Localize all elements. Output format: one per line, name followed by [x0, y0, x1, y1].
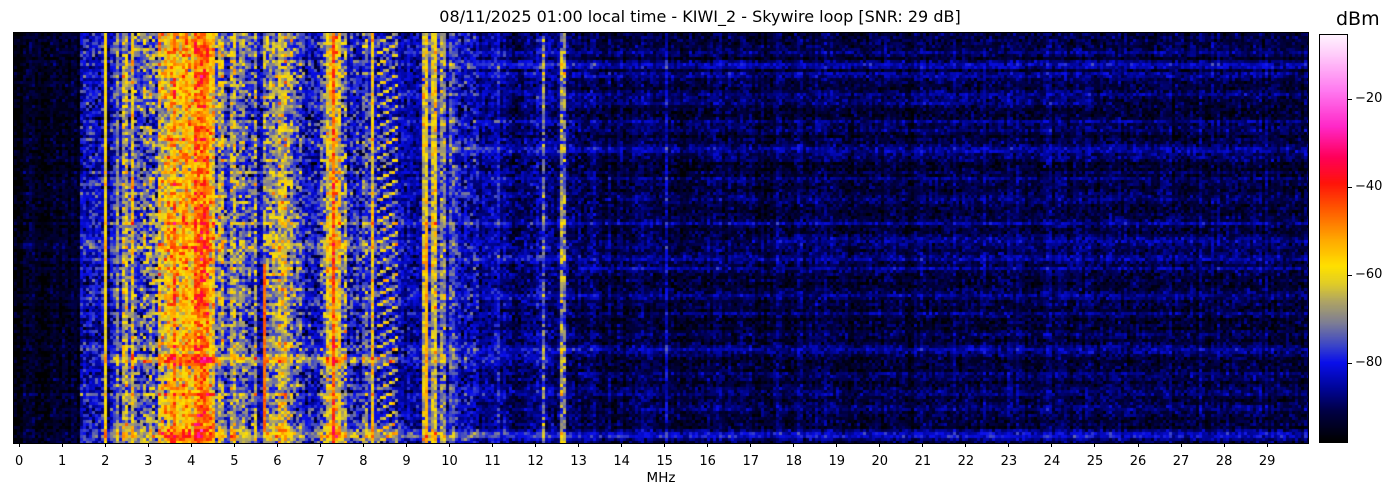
x-tick-label: 26: [1129, 454, 1147, 469]
x-tick-mark: [362, 443, 364, 447]
x-tick-label: 7: [316, 454, 325, 469]
x-tick-mark: [1266, 443, 1268, 447]
x-tick-mark: [1223, 443, 1225, 447]
x-tick-mark: [147, 443, 149, 447]
x-tick-mark: [836, 443, 838, 447]
colorbar-label: dBm: [1336, 8, 1380, 30]
x-tick-label: 5: [230, 454, 239, 469]
x-tick-label: 0: [15, 454, 24, 469]
x-tick-label: 22: [957, 454, 975, 469]
x-tick-mark: [664, 443, 666, 447]
x-tick-mark: [535, 443, 537, 447]
x-tick-mark: [492, 443, 494, 447]
x-tick-mark: [405, 443, 407, 447]
x-tick-label: 2: [101, 454, 110, 469]
x-tick-mark: [578, 443, 580, 447]
x-tick-label: 8: [359, 454, 368, 469]
x-tick-label: 29: [1258, 454, 1276, 469]
colorbar-tick-mark: [1348, 274, 1352, 276]
chart-title: 08/11/2025 01:00 local time - KIWI_2 - S…: [439, 7, 961, 26]
x-tick-label: 11: [484, 454, 501, 469]
x-tick-mark: [61, 443, 63, 447]
x-tick-mark: [922, 443, 924, 447]
x-tick-label: 14: [613, 454, 630, 469]
x-tick-mark: [793, 443, 795, 447]
x-tick-label: 24: [1043, 454, 1061, 469]
colorbar-tick-mark: [1348, 187, 1352, 189]
colorbar-tick-mark: [1348, 99, 1352, 101]
colorbar-tick-label: −20: [1355, 91, 1383, 107]
x-tick-mark: [621, 443, 623, 447]
x-tick-label: 15: [656, 454, 673, 469]
x-tick-mark: [1008, 443, 1010, 447]
x-tick-label: 16: [699, 454, 716, 469]
x-tick-label: 12: [527, 454, 544, 469]
x-tick-mark: [1180, 443, 1182, 447]
x-tick-mark: [750, 443, 752, 447]
x-tick-label: 17: [742, 454, 759, 469]
x-tick-mark: [965, 443, 967, 447]
colorbar: [1319, 34, 1348, 443]
x-tick-mark: [319, 443, 321, 447]
x-tick-mark: [879, 443, 881, 447]
x-tick-label: 25: [1086, 454, 1104, 469]
x-tick-label: 23: [1000, 454, 1018, 469]
x-tick-label: 3: [144, 454, 153, 469]
x-tick-label: 21: [914, 454, 932, 469]
x-tick-label: 18: [785, 454, 803, 469]
x-tick-label: 28: [1215, 454, 1233, 469]
waterfall-canvas: [14, 33, 1308, 443]
colorbar-tick-label: −80: [1355, 354, 1383, 370]
x-tick-mark: [233, 443, 235, 447]
x-tick-label: 4: [187, 454, 196, 469]
x-tick-label: 1: [58, 454, 67, 469]
x-tick-label: 9: [402, 454, 411, 469]
x-tick-mark: [190, 443, 192, 447]
x-tick-label: 27: [1172, 454, 1190, 469]
x-tick-mark: [18, 443, 20, 447]
x-tick-mark: [1137, 443, 1139, 447]
x-tick-label: 10: [441, 454, 458, 469]
waterfall-plot: [13, 32, 1309, 444]
x-tick-mark: [104, 443, 106, 447]
x-tick-mark: [1051, 443, 1053, 447]
x-tick-mark: [1094, 443, 1096, 447]
colorbar-canvas: [1320, 35, 1347, 442]
x-tick-mark: [707, 443, 709, 447]
colorbar-tick-mark: [1348, 362, 1352, 364]
x-tick-label: 19: [828, 454, 846, 469]
x-tick-mark: [448, 443, 450, 447]
x-tick-label: 6: [273, 454, 282, 469]
colorbar-tick-label: −60: [1355, 266, 1383, 282]
x-tick-mark: [276, 443, 278, 447]
x-tick-label: 20: [871, 454, 889, 469]
x-axis-label: MHz: [646, 470, 676, 486]
x-tick-label: 13: [570, 454, 587, 469]
colorbar-tick-label: −40: [1355, 179, 1383, 195]
